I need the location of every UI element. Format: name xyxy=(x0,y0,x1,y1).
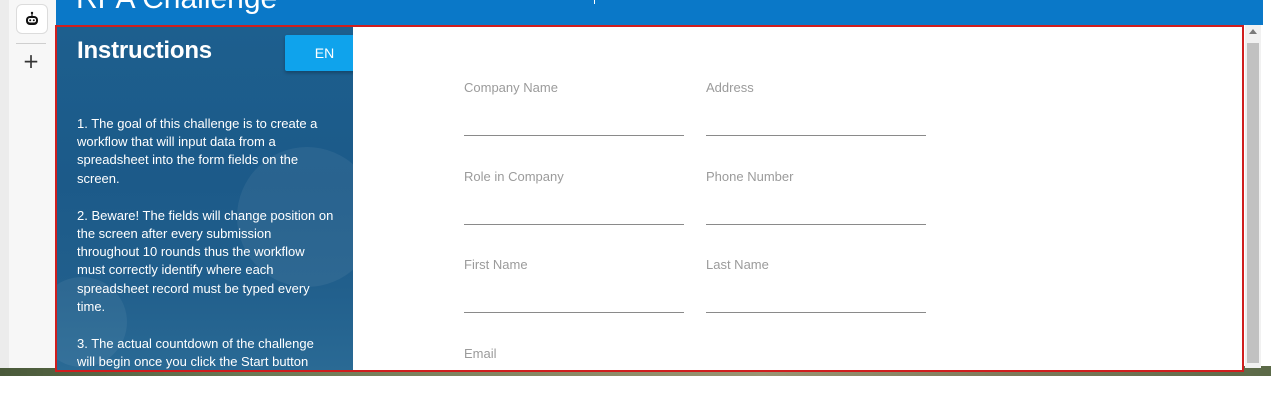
toolbar-separator xyxy=(16,43,46,44)
first-name-input[interactable] xyxy=(464,279,684,309)
last-name-input[interactable] xyxy=(706,279,926,309)
company-name-input[interactable] xyxy=(464,102,684,132)
challenge-frame: Instructions EN 1. The goal of this chal… xyxy=(55,25,1244,372)
address-input[interactable] xyxy=(706,102,926,132)
phone-label: Phone Number xyxy=(706,169,794,184)
instruction-step: 1. The goal of this challenge is to crea… xyxy=(77,116,318,186)
toolbar-edge xyxy=(0,0,9,368)
instruction-step: 2. Beware! The fields will change positi… xyxy=(77,207,334,314)
email-field: Email xyxy=(464,346,684,370)
email-input[interactable] xyxy=(464,368,684,370)
last-name-field: Last Name xyxy=(706,257,926,313)
field-underline xyxy=(464,312,684,313)
field-underline xyxy=(706,135,926,136)
company-name-field: Company Name xyxy=(464,80,684,136)
phone-input[interactable] xyxy=(706,191,926,221)
field-underline xyxy=(706,312,926,313)
instructions-heading: Instructions xyxy=(77,37,212,64)
role-label: Role in Company xyxy=(464,169,564,184)
phone-field: Phone Number xyxy=(706,169,926,225)
last-name-label: Last Name xyxy=(706,257,769,272)
field-underline xyxy=(464,224,684,225)
instructions-steps: 1. The goal of this challenge is to crea… xyxy=(77,115,335,370)
plus-icon[interactable]: + xyxy=(20,50,42,72)
company-name-label: Company Name xyxy=(464,80,558,95)
address-label: Address xyxy=(706,80,754,95)
field-underline xyxy=(464,135,684,136)
role-field: Role in Company xyxy=(464,169,684,225)
scroll-up-icon[interactable] xyxy=(1249,29,1257,34)
scrollbar[interactable] xyxy=(1245,25,1261,368)
header-tick xyxy=(594,0,595,4)
instruction-step: 3. The actual countdown of the challenge… xyxy=(77,336,314,370)
first-name-label: First Name xyxy=(464,257,528,272)
field-underline xyxy=(706,224,926,225)
page-title: RPA Challenge xyxy=(76,0,277,16)
extension-button[interactable] xyxy=(16,4,48,34)
first-name-field: First Name xyxy=(464,257,684,313)
language-button[interactable]: EN xyxy=(285,35,353,71)
robot-icon xyxy=(26,11,38,25)
browser-side-toolbar: + xyxy=(0,0,57,368)
role-input[interactable] xyxy=(464,191,684,221)
email-label: Email xyxy=(464,346,497,361)
scrollbar-thumb[interactable] xyxy=(1247,43,1259,363)
address-field: Address xyxy=(706,80,926,136)
instructions-panel: Instructions EN 1. The goal of this chal… xyxy=(57,27,353,370)
app-header: RPA Challenge xyxy=(56,0,1263,25)
